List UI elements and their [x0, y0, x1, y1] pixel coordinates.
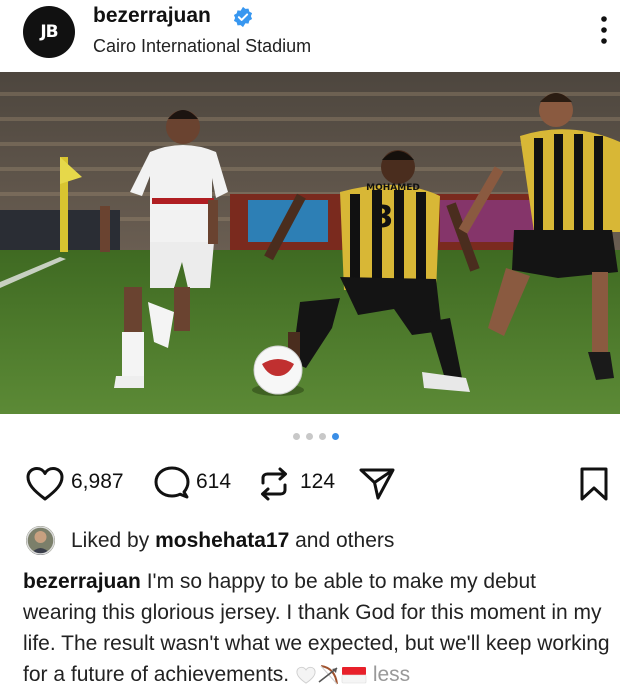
bookmark-icon[interactable] — [579, 466, 609, 502]
football-match-image: 3 MOHAMED — [0, 72, 620, 414]
reposts-count[interactable]: 124 — [300, 470, 335, 494]
heart-icon[interactable] — [25, 466, 65, 502]
verified-badge-icon — [233, 6, 253, 28]
white-heart-emoji-icon — [296, 667, 316, 685]
caption-username[interactable]: bezerrajuan — [23, 570, 141, 593]
liked-by-text: Liked by moshehata17 and others — [71, 529, 394, 553]
carousel-dot — [319, 433, 326, 440]
indonesia-flag-emoji-icon — [341, 667, 367, 684]
post-location[interactable]: Cairo International Stadium — [93, 36, 311, 57]
archery-emoji-icon — [318, 665, 338, 685]
post-photo[interactable]: 3 MOHAMED — [0, 72, 620, 414]
carousel-dot — [293, 433, 300, 440]
carousel-dot-active — [332, 433, 339, 440]
liker-avatar[interactable] — [26, 526, 55, 555]
post-username[interactable]: bezerrajuan — [93, 4, 211, 28]
jersey-name: MOHAMED — [366, 183, 420, 193]
share-icon[interactable] — [358, 466, 396, 502]
likes-count[interactable]: 6,987 — [71, 470, 124, 494]
carousel-indicator — [293, 433, 339, 440]
carousel-dot — [306, 433, 313, 440]
profile-avatar[interactable]: JB — [23, 6, 75, 58]
liked-by-suffix[interactable]: and others — [289, 529, 394, 552]
more-options-icon[interactable] — [597, 14, 611, 46]
comments-count[interactable]: 614 — [196, 470, 231, 494]
liked-by-prefix: Liked by — [71, 529, 156, 552]
post-caption: bezerrajuan I'm so happy to be able to m… — [23, 566, 615, 690]
liked-by-user[interactable]: moshehata17 — [155, 529, 289, 552]
action-bar: 6,987 614 124 — [0, 460, 620, 510]
repost-icon[interactable] — [256, 466, 292, 502]
avatar-monogram: JB — [40, 22, 58, 42]
less-link[interactable]: less — [373, 663, 410, 686]
comment-icon[interactable] — [153, 466, 191, 502]
jersey-number: 3 — [373, 200, 394, 235]
post-header: JB bezerrajuan Cairo International Stadi… — [0, 0, 620, 72]
